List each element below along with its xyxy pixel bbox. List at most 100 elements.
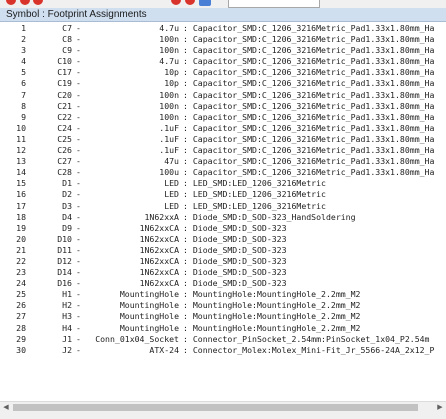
row-reference: H1 <box>62 289 72 300</box>
table-row[interactable]: 9 C22-100n: Capacitor_SMD:C_1206_3216Metr… <box>0 112 446 123</box>
row-index: 5 <box>21 67 26 78</box>
row-colon: : <box>183 122 188 133</box>
table-row[interactable]: 14 C28-100u: Capacitor_SMD:C_1206_3216Met… <box>0 167 446 178</box>
row-value: 4.7u <box>159 23 179 33</box>
row-dash: - <box>76 133 81 144</box>
table-row[interactable]: 30 J2- ATX-24: Connector_Molex:Molex_Mini-… <box>0 345 446 356</box>
row-footprint: Capacitor_SMD:C_1206_3216Metric_Pad1.33x… <box>192 45 435 56</box>
row-colon: : <box>183 255 188 266</box>
row-value: 1N62xxCA <box>139 222 179 233</box>
row-footprint-cell: : Capacitor_SMD:C_1206_3216Metric_Pad1.3… <box>183 156 434 167</box>
table-row[interactable]: 16 D2- LED: LED_SMD:LED_1206_3216Metric <box>0 189 446 200</box>
row-reference: C9 <box>62 45 72 56</box>
row-index: 2 <box>21 34 26 45</box>
row-footprint-cell: : Capacitor_SMD:C_1206_3216Metric_Pad1.3… <box>183 34 434 45</box>
row-reference: C26 <box>57 145 72 156</box>
row-reference: C21 <box>57 100 72 111</box>
row-footprint-cell: : Capacitor_SMD:C_1206_3216Metric_Pad1.3… <box>183 56 434 67</box>
table-row[interactable]: 18 D4-1N62xxA: Diode_SMD:D_SOD-323_HandSo… <box>0 212 446 223</box>
row-dash: - <box>76 100 81 111</box>
scrollbar-thumb[interactable] <box>13 404 418 411</box>
table-row[interactable]: 12 C26- .1uF: Capacitor_SMD:C_1206_3216Met… <box>0 145 446 156</box>
row-value: LED <box>164 200 179 211</box>
table-row[interactable]: 28 H4- MountingHole: MountingHole:Mounting… <box>0 323 446 334</box>
row-reference: D1 <box>62 178 72 189</box>
toolbar-filter-input[interactable] <box>228 0 320 8</box>
table-row[interactable]: 19 D9-1N62xxCA: Diode_SMD:D_SOD-323 <box>0 223 446 234</box>
row-value: Conn_01x04_Socket <box>95 333 179 344</box>
row-footprint: LED_SMD:LED_1206_3216Metric <box>192 178 326 189</box>
row-value: 1N62xxCA <box>139 255 179 266</box>
table-row[interactable]: 7 C20-100n: Capacitor_SMD:C_1206_3216Metr… <box>0 90 446 101</box>
row-footprint: Capacitor_SMD:C_1206_3216Metric_Pad1.33x… <box>192 100 435 111</box>
table-row[interactable]: 10 C24- .1uF: Capacitor_SMD:C_1206_3216Met… <box>0 123 446 134</box>
table-row[interactable]: 23 D14-1N62xxCA: Diode_SMD:D_SOD-323 <box>0 267 446 278</box>
row-reference: C27 <box>57 156 72 167</box>
table-row[interactable]: 8 C21-100n: Capacitor_SMD:C_1206_3216Metr… <box>0 101 446 112</box>
row-footprint: Capacitor_SMD:C_1206_3216Metric_Pad1.33x… <box>192 78 435 89</box>
row-index: 21 <box>16 244 26 255</box>
row-colon: : <box>183 100 188 111</box>
row-reference: D12 <box>57 255 72 266</box>
row-dash: - <box>76 322 81 333</box>
row-dash: - <box>76 211 81 222</box>
row-colon: : <box>183 322 188 333</box>
table-row[interactable]: 26 H2- MountingHole: MountingHole:Mounting… <box>0 300 446 311</box>
row-footprint-cell: : Diode_SMD:D_SOD-323 <box>183 267 287 278</box>
row-dash: - <box>76 45 81 56</box>
row-value: MountingHole <box>119 311 179 322</box>
horizontal-scrollbar[interactable]: ◀ ▶ <box>0 401 446 413</box>
table-row[interactable]: 20 D10-1N62xxCA: Diode_SMD:D_SOD-323 <box>0 234 446 245</box>
row-footprint-cell: : Capacitor_SMD:C_1206_3216Metric_Pad1.3… <box>183 45 434 56</box>
row-footprint: MountingHole:MountingHole_2.2mm_M2 <box>192 300 361 311</box>
red-circle-icon[interactable] <box>20 0 30 5</box>
table-row[interactable]: 27 H3- MountingHole: MountingHole:Mounting… <box>0 311 446 322</box>
table-row[interactable]: 15 D1- LED: LED_SMD:LED_1206_3216Metric <box>0 178 446 189</box>
table-row[interactable]: 29 J1- Conn_01x04_Socket: Connector_PinSoc… <box>0 334 446 345</box>
row-reference: C8 <box>62 34 72 45</box>
table-row[interactable]: 13 C27-47u: Capacitor_SMD:C_1206_3216Metr… <box>0 156 446 167</box>
red-circle-icon[interactable] <box>33 0 43 5</box>
scroll-left-icon[interactable]: ◀ <box>0 402 12 413</box>
row-index: 16 <box>16 189 26 200</box>
table-row[interactable]: 4 C10-4.7u: Capacitor_SMD:C_1206_3216Metr… <box>0 56 446 67</box>
table-row[interactable]: 25 H1- MountingHole: MountingHole:Mounting… <box>0 289 446 300</box>
row-footprint: Connector_Molex:Molex_Mini-Fit_Jr_5566-2… <box>192 344 435 355</box>
row-dash: - <box>76 200 81 211</box>
table-row[interactable]: 17 D3- LED: LED_SMD:LED_1206_3216Metric <box>0 201 446 212</box>
table-row[interactable]: 6 C19-10p: Capacitor_SMD:C_1206_3216Metri… <box>0 78 446 89</box>
scroll-right-icon[interactable]: ▶ <box>434 402 446 413</box>
row-footprint-cell: : Diode_SMD:D_SOD-323 <box>183 278 287 289</box>
table-row[interactable]: 22 D12-1N62xxCA: Diode_SMD:D_SOD-323 <box>0 256 446 267</box>
row-footprint: Diode_SMD:D_SOD-323 <box>192 267 287 278</box>
row-footprint-cell: : Connector_Molex:Molex_Mini-Fit_Jr_5566… <box>183 345 434 356</box>
table-row[interactable]: 2 C8-100n: Capacitor_SMD:C_1206_3216Metri… <box>0 34 446 45</box>
row-colon: : <box>183 333 188 344</box>
red-circle-icon[interactable] <box>185 0 195 5</box>
row-colon: : <box>183 23 188 33</box>
row-footprint-cell: : Capacitor_SMD:C_1206_3216Metric_Pad1.3… <box>183 101 434 112</box>
table-row[interactable]: 5 C17-10p: Capacitor_SMD:C_1206_3216Metri… <box>0 67 446 78</box>
row-footprint-cell: : Connector_PinSocket_2.54mm:PinSocket_1… <box>183 334 429 345</box>
row-colon: : <box>183 189 188 200</box>
table-row[interactable]: 24 D16-1N62xxCA: Diode_SMD:D_SOD-323 <box>0 278 446 289</box>
table-row[interactable]: 3 C9-100n: Capacitor_SMD:C_1206_3216Metri… <box>0 45 446 56</box>
row-reference: H4 <box>62 322 72 333</box>
row-reference: C24 <box>57 122 72 133</box>
blue-button-icon[interactable] <box>199 0 211 6</box>
row-colon: : <box>183 178 188 189</box>
red-circle-icon[interactable] <box>6 0 16 5</box>
row-footprint: Capacitor_SMD:C_1206_3216Metric_Pad1.33x… <box>192 56 435 67</box>
row-footprint: Capacitor_SMD:C_1206_3216Metric_Pad1.33x… <box>192 23 435 33</box>
row-colon: : <box>183 34 188 45</box>
row-footprint: MountingHole:MountingHole_2.2mm_M2 <box>192 311 361 322</box>
table-row[interactable]: 21 D11-1N62xxCA: Diode_SMD:D_SOD-323 <box>0 245 446 256</box>
row-dash: - <box>76 145 81 156</box>
table-row[interactable]: 1 C7-4.7u: Capacitor_SMD:C_1206_3216Metri… <box>0 23 446 34</box>
footprint-assignment-list[interactable]: 1 C7-4.7u: Capacitor_SMD:C_1206_3216Metri… <box>0 23 446 393</box>
red-circle-icon[interactable] <box>171 0 181 5</box>
table-row[interactable]: 11 C25- .1uF: Capacitor_SMD:C_1206_3216Met… <box>0 134 446 145</box>
row-value: 10p <box>164 78 179 89</box>
row-footprint-cell: : Diode_SMD:D_SOD-323 <box>183 256 287 267</box>
panel-title: Symbol : Footprint Assignments <box>0 8 446 22</box>
